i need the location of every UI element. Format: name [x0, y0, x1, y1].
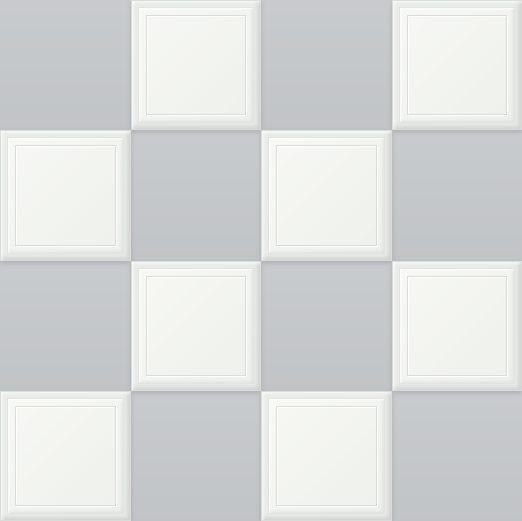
gray-tile	[130, 390, 261, 521]
gray-tile	[391, 390, 522, 521]
white-tile	[130, 260, 261, 391]
gray-tile	[0, 260, 131, 391]
checkerboard-tile-pattern	[0, 0, 522, 521]
white-tile	[261, 390, 392, 521]
white-tile-inset	[137, 267, 254, 384]
white-tile	[0, 130, 131, 261]
white-tile-inset	[268, 137, 385, 254]
gray-tile	[391, 130, 522, 261]
white-tile	[0, 390, 131, 521]
white-tile-inset	[7, 137, 124, 254]
white-tile-inset	[268, 397, 385, 514]
white-tile-inset	[398, 7, 515, 124]
white-tile	[391, 0, 522, 131]
white-tile	[130, 0, 261, 131]
gray-tile	[261, 260, 392, 391]
gray-tile	[0, 0, 131, 131]
white-tile	[391, 260, 522, 391]
gray-tile	[261, 0, 392, 131]
white-tile-inset	[398, 267, 515, 384]
white-tile	[261, 130, 392, 261]
white-tile-inset	[7, 397, 124, 514]
white-tile-inset	[137, 7, 254, 124]
gray-tile	[130, 130, 261, 261]
